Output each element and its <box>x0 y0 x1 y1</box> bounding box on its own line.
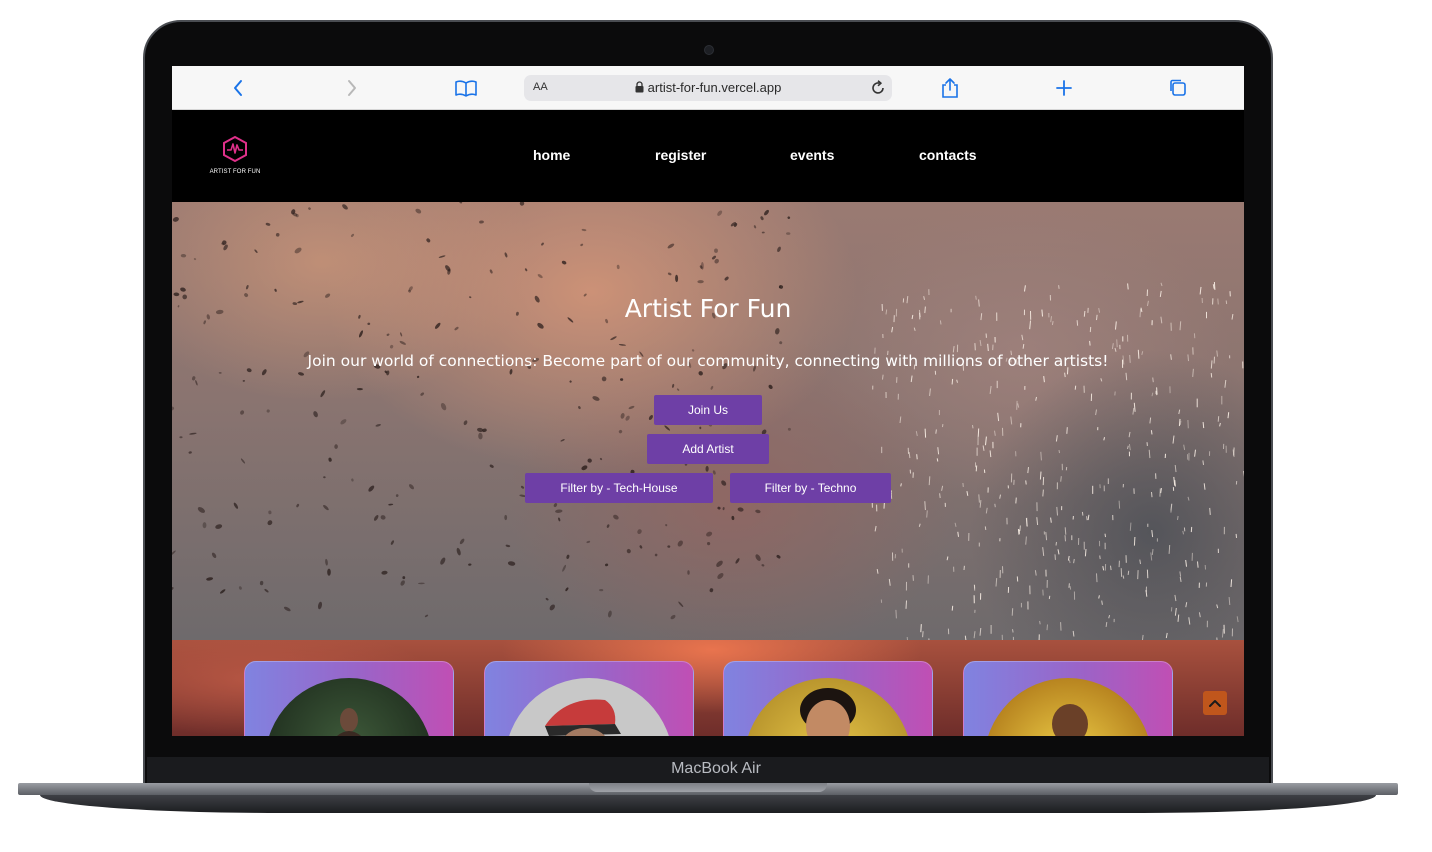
forward-icon[interactable] <box>340 76 364 100</box>
artist-avatar <box>265 678 433 736</box>
reload-icon[interactable] <box>869 79 887 97</box>
nav-link-register[interactable]: register <box>655 147 706 163</box>
laptop-base-lip <box>40 795 1376 813</box>
bookmarks-icon[interactable] <box>454 76 478 100</box>
share-icon[interactable] <box>938 76 962 100</box>
hero-subtitle: Join our world of connections: Become pa… <box>307 352 1109 370</box>
laptop-opening-notch <box>589 783 827 792</box>
artist-card[interactable] <box>244 661 454 736</box>
nav-link-home[interactable]: home <box>533 147 570 163</box>
site-navbar: ARTIST FOR FUN home register events cont… <box>172 110 1244 202</box>
tabs-icon[interactable] <box>1166 76 1190 100</box>
artist-card[interactable] <box>963 661 1173 736</box>
artist-card[interactable] <box>484 661 694 736</box>
scroll-to-top-button[interactable] <box>1203 691 1227 715</box>
hero-section: Artist For Fun Join our world of connect… <box>172 202 1244 640</box>
artist-avatar <box>744 678 912 736</box>
filter-tech-house-button[interactable]: Filter by - Tech-House <box>525 473 713 503</box>
screen: AA artist-for-fun.vercel.app ARTIST FOR … <box>172 66 1244 736</box>
nav-link-events[interactable]: events <box>790 147 834 163</box>
artist-avatar <box>505 678 673 736</box>
lock-icon <box>635 81 644 93</box>
url-display: artist-for-fun.vercel.app <box>524 80 892 95</box>
artist-card[interactable] <box>723 661 933 736</box>
logo-hexagon-icon <box>223 135 247 163</box>
back-icon[interactable] <box>226 76 250 100</box>
logo-text: ARTIST FOR FUN <box>209 169 261 175</box>
url-text: artist-for-fun.vercel.app <box>647 80 782 95</box>
nav-link-contacts[interactable]: contacts <box>919 147 977 163</box>
chevron-up-icon <box>1209 700 1221 707</box>
artist-avatar <box>984 678 1152 736</box>
hero-title: Artist For Fun <box>624 294 792 323</box>
artist-cards-section <box>172 640 1244 736</box>
address-bar[interactable]: AA artist-for-fun.vercel.app <box>524 75 892 101</box>
add-artist-button[interactable]: Add Artist <box>647 434 769 464</box>
camera-dot <box>704 45 714 55</box>
join-us-button[interactable]: Join Us <box>654 395 762 425</box>
device-model-label: MacBook Air <box>671 760 761 777</box>
site-logo[interactable]: ARTIST FOR FUN <box>208 135 262 175</box>
new-tab-icon[interactable] <box>1052 76 1076 100</box>
filter-techno-button[interactable]: Filter by - Techno <box>730 473 891 503</box>
browser-toolbar: AA artist-for-fun.vercel.app <box>172 66 1244 110</box>
